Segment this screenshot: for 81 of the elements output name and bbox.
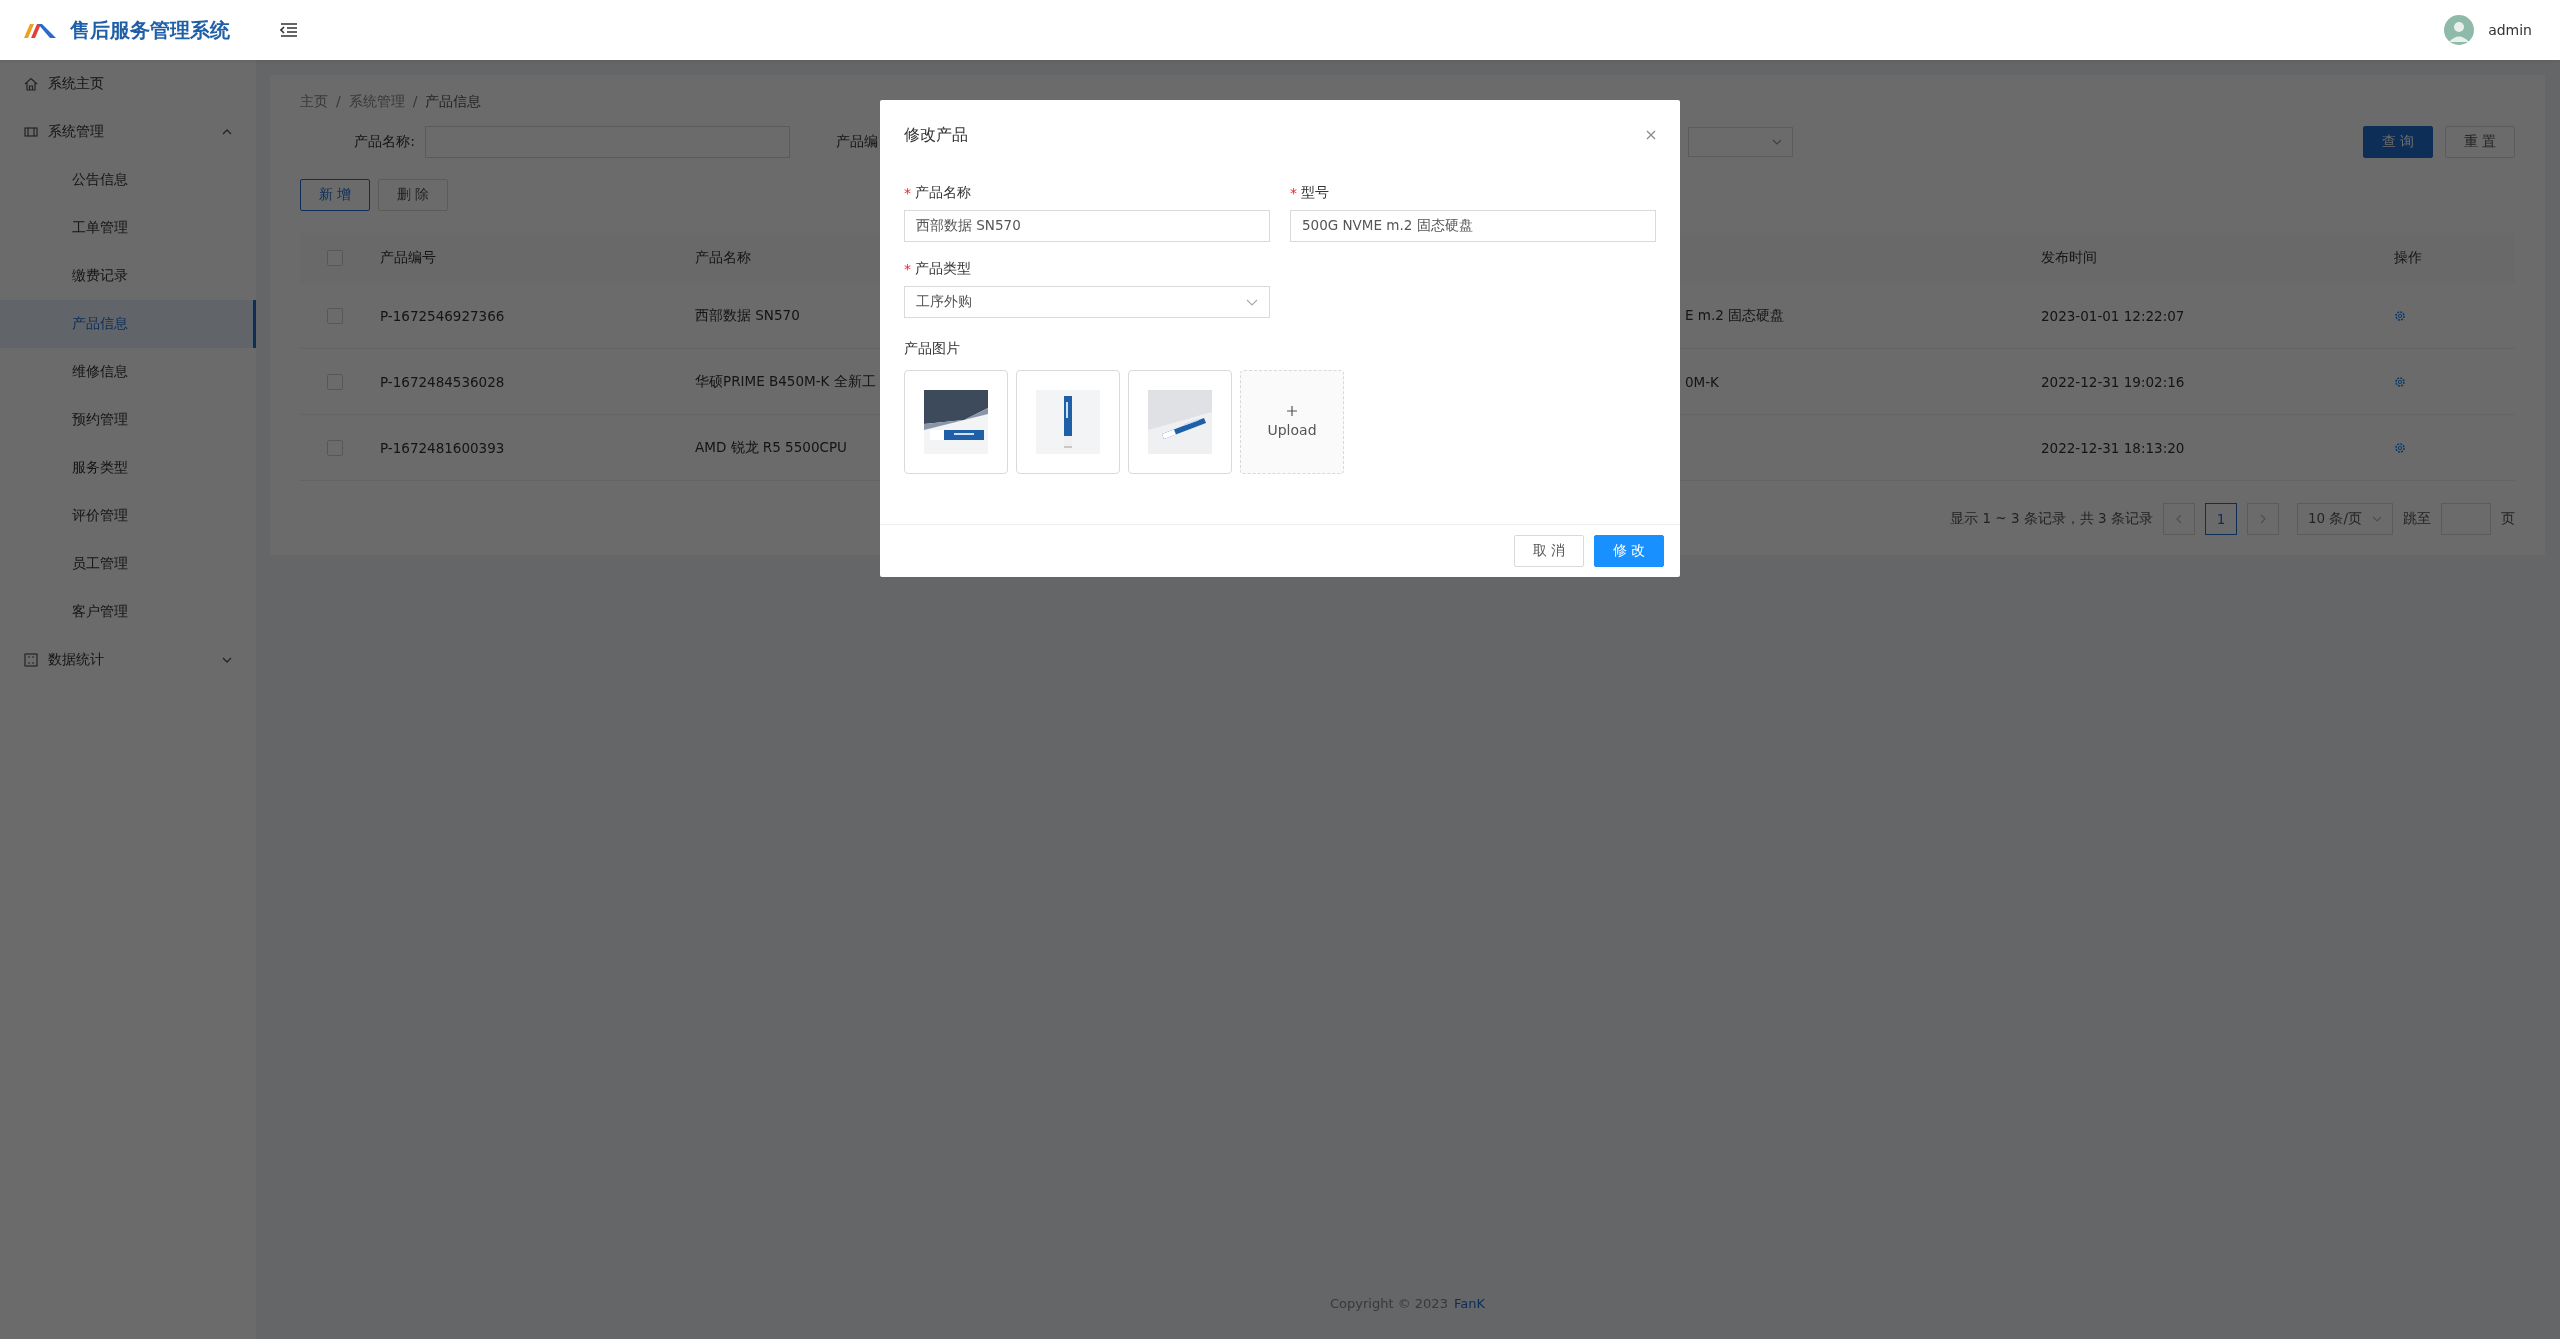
table-cell: 西部数据 SN570 [695,306,800,323]
table-cell: 0M-K [1685,373,1719,390]
settings-icon[interactable] [2394,441,2406,454]
table-cell: P-1672481600393 [380,439,505,456]
grid-icon [24,653,38,667]
field-label: 产品名称: [353,133,415,151]
table-cell: P-1672484536028 [380,373,505,390]
add-button[interactable]: 新增 [300,179,370,211]
select-field[interactable] [1688,127,1793,157]
sidebar-item[interactable]: 产品信息 [0,300,256,348]
query-button[interactable]: 查询 [2363,126,2433,158]
settings-icon[interactable] [2394,309,2406,322]
sidebar-item[interactable]: 系统管理 [0,108,256,156]
user-name[interactable]: admin [2488,22,2532,38]
logo-icon [24,22,56,38]
close-icon[interactable] [1646,130,1656,140]
required-mark: * [1290,185,1297,201]
sidebar-item[interactable]: 客户管理 [0,588,256,636]
sidebar-item[interactable]: 维修信息 [0,348,256,396]
column-header: 产品名称 [695,249,751,265]
field-label: 产品图片 [904,340,960,358]
column-header: 发布时间 [2041,249,2097,265]
settings-icon[interactable] [2394,375,2406,388]
column-header: 产品编号 [380,249,436,265]
table-cell: AMD 锐龙 R5 5500CPU [695,438,847,455]
image-thumbnail[interactable] [1128,370,1232,474]
image-thumbnail[interactable] [904,370,1008,474]
author-link[interactable]: FanK [1453,1296,1485,1311]
sidebar-item[interactable]: 预约管理 [0,396,256,444]
sidebar-item[interactable]: 员工管理 [0,540,256,588]
reset-button[interactable]: 重置 [2445,126,2515,158]
sidebar-item[interactable]: 数据统计 [0,636,256,684]
chevron-down-icon [1246,298,1258,306]
sidebar-item[interactable]: 系统主页 [0,60,256,108]
home-icon [24,77,38,91]
text-field[interactable]: 西部数据 SN570 [904,210,1270,242]
menu-icon[interactable] [280,22,298,38]
select-field[interactable]: 工序外购 [904,286,1270,318]
next-page-button[interactable] [2246,503,2279,535]
jump-label: 跳至 [2403,510,2431,528]
field-label: 型号 [1301,184,1329,202]
submit-button[interactable]: 修改 [1594,535,1664,567]
breadcrumb-separator: / [336,93,341,111]
dialog-title: 修改产品 [904,124,968,146]
chevron-down-icon [2372,516,2382,522]
breadcrumb-separator: / [412,93,418,111]
required-mark: * [904,261,911,277]
sidebar-item[interactable]: 评价管理 [0,492,256,540]
delete-button[interactable]: 删除 [378,179,448,211]
chevron-left-icon [2175,514,2182,524]
sidebar-item[interactable]: 公告信息 [0,156,256,204]
table-cell: 2022-12-31 18:13:20 [2041,439,2185,456]
chevron-right-icon [2259,514,2266,524]
required-mark: * [904,185,911,201]
page-size-select[interactable]: 10 条/页 [2296,503,2393,535]
app-title: 售后服务管理系统 [70,16,230,44]
pagination-summary: 显示 1 ~ 3 条记录，共 3 条记录 [1950,510,2153,528]
previous-page-button[interactable] [2162,503,2195,535]
breadcrumb-item: 产品信息 [425,93,482,111]
field-label: 产品类型 [915,260,971,278]
table-cell: 2022-12-31 19:02:16 [2041,373,2185,390]
column-header: 操作 [2394,249,2422,267]
table-cell: 华硕PRIME B450M-K 全新工 [695,372,876,389]
avatar-icon[interactable] [2444,15,2475,45]
text-field[interactable]: 500G NVME m.2 固态硬盘 [1290,210,1656,242]
sidebar-item[interactable]: 工单管理 [0,204,256,252]
cancel-button[interactable]: 取消 [1514,535,1584,567]
table-cell: E m.2 固态硬盘 [1685,306,1785,323]
table-cell: P-1672546927366 [380,307,505,324]
page-suffix: 页 [2501,510,2515,528]
table-cell: 2023-01-01 12:22:07 [2041,307,2185,324]
chevron-down-icon [1772,139,1782,145]
page-button[interactable]: 1 [2204,503,2237,535]
sidebar-item[interactable]: 缴费记录 [0,252,256,300]
field-label: 产品编 [836,133,878,151]
image-thumbnail[interactable] [1016,370,1120,474]
sidebar-item[interactable]: 服务类型 [0,444,256,492]
field-label: 产品名称 [915,184,971,202]
plus-icon [1287,406,1297,416]
upload-button[interactable]: Upload [1240,370,1344,474]
device-icon [24,125,38,139]
